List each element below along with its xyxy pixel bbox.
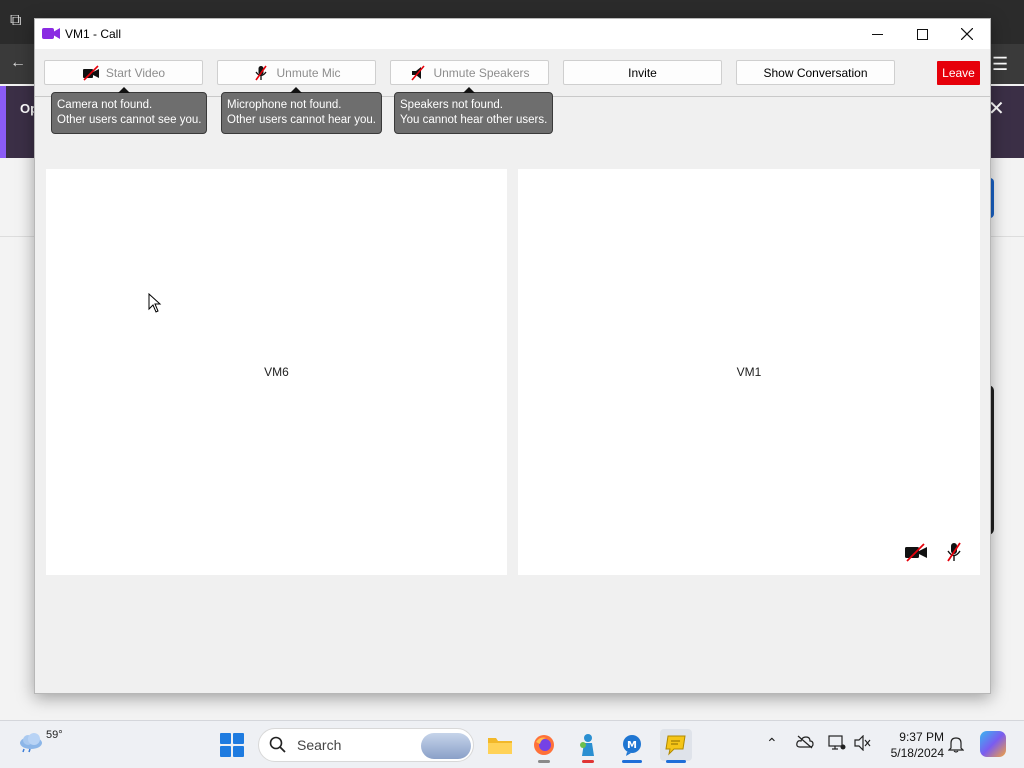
chat-bubble-icon[interactable]: [660, 729, 692, 763]
participant-name: VM6: [264, 365, 289, 379]
start-button[interactable]: [220, 733, 244, 757]
mic-off-icon: [947, 542, 961, 562]
participant-status-icons: [904, 541, 966, 563]
search-placeholder: Search: [297, 737, 342, 753]
system-clock[interactable]: 9:37 PM 5/18/2024: [880, 729, 944, 761]
bell-icon: [947, 737, 965, 753]
chat-app-icon: [665, 735, 686, 756]
show-hidden-icons-chevron-icon[interactable]: ⌃: [766, 735, 778, 752]
svg-text:M: M: [627, 740, 637, 751]
copilot-icon[interactable]: [980, 731, 1006, 757]
weather-widget[interactable]: 59°: [18, 729, 63, 753]
people-app-icon: [580, 734, 594, 756]
notification-bell-icon[interactable]: [947, 735, 965, 756]
monitor-network-icon: [828, 735, 846, 750]
tooltip-line: Camera not found.: [57, 99, 153, 111]
firefox-icon[interactable]: [528, 729, 560, 763]
app-icon[interactable]: [572, 729, 604, 763]
folder-icon: [488, 738, 512, 754]
weather-cloud-icon: [20, 733, 42, 753]
close-icon: [961, 28, 973, 40]
speaker-off-icon: [411, 64, 426, 81]
video-camera-icon: [42, 28, 60, 39]
windows-logo-tile: [233, 733, 244, 744]
back-arrow-icon: ←: [10, 54, 26, 71]
start-video-button[interactable]: Start Video: [44, 60, 203, 85]
participant-name: VM1: [736, 365, 762, 379]
speakers-not-found-tooltip: Speakers not found. You cannot hear othe…: [394, 87, 554, 134]
tab-actions-icon: ⧉: [10, 12, 22, 29]
search-icon: [269, 736, 286, 753]
maximize-button[interactable]: [899, 19, 945, 49]
title-bar: VM1 - Call: [35, 19, 990, 49]
mic-off-icon: [255, 65, 268, 80]
banner-accent: [0, 86, 6, 158]
microphone-not-found-tooltip: Microphone not found. Other users cannot…: [221, 87, 382, 134]
taskbar: 59° Search M ⌃ 9:37 PM 5/18/2024: [0, 720, 1024, 768]
windows-logo-tile: [233, 746, 244, 757]
call-window: VM1 - Call Start Video Unmute Mic Unmute…: [34, 18, 991, 694]
tooltip-line: Speakers not found.: [400, 99, 503, 111]
unmute-mic-button[interactable]: Unmute Mic: [217, 60, 376, 85]
messenger-logo-icon: M: [623, 735, 641, 756]
browser-menu-icon[interactable]: ☰: [992, 54, 1008, 75]
participant-tile-vm6[interactable]: VM6: [46, 169, 507, 575]
tooltip-line: Microphone not found.: [227, 99, 342, 111]
app-active-indicator: [622, 760, 642, 763]
file-explorer-icon[interactable]: [484, 729, 516, 761]
clock-time: 9:37 PM: [899, 730, 944, 744]
minimize-icon: [871, 33, 883, 35]
show-conversation-button[interactable]: Show Conversation: [736, 60, 895, 85]
windows-logo-tile: [220, 746, 231, 757]
video-off-icon: [905, 543, 927, 562]
call-toolbar: Start Video Unmute Mic Unmute Speakers I…: [35, 49, 990, 97]
tooltip-line: You cannot hear other users.: [400, 114, 548, 126]
messenger-icon[interactable]: M: [616, 729, 648, 763]
firefox-logo-icon: [534, 735, 554, 755]
show-conversation-label: Show Conversation: [763, 65, 868, 80]
maximize-icon: [916, 28, 928, 40]
leave-button[interactable]: Leave: [937, 61, 980, 85]
clock-date: 5/18/2024: [890, 746, 944, 760]
camera-not-found-tooltip: Camera not found. Other users cannot see…: [51, 87, 208, 134]
taskbar-search-box[interactable]: Search: [258, 728, 474, 762]
unmute-speakers-label: Unmute Speakers: [433, 65, 530, 80]
app-active-indicator: [666, 760, 686, 763]
app-running-indicator: [582, 760, 594, 763]
unmute-speakers-button[interactable]: Unmute Speakers: [390, 60, 549, 85]
invite-label: Invite: [628, 65, 657, 80]
participant-tile-vm1[interactable]: VM1: [518, 169, 980, 575]
app-running-indicator: [538, 760, 550, 763]
volume-muted-icon[interactable]: [854, 734, 872, 754]
invite-button[interactable]: Invite: [563, 60, 722, 85]
minimize-button[interactable]: [854, 19, 900, 49]
cloud-off-icon: [796, 735, 814, 749]
video-off-icon: [82, 64, 99, 81]
network-icon[interactable]: [828, 735, 846, 754]
tooltip-line: Other users cannot see you.: [57, 114, 202, 126]
close-button[interactable]: [944, 19, 990, 49]
mouse-cursor-icon: [148, 293, 162, 313]
onedrive-offline-icon[interactable]: [796, 735, 814, 752]
search-highlight-image: [421, 733, 471, 759]
tooltip-line: Other users cannot hear you.: [227, 114, 376, 126]
windows-logo-tile: [220, 733, 231, 744]
start-video-label: Start Video: [105, 65, 166, 80]
unmute-mic-label: Unmute Mic: [276, 65, 341, 80]
weather-temperature: 59°: [46, 729, 63, 741]
window-title: VM1 - Call: [65, 27, 122, 41]
speaker-muted-icon: [854, 734, 871, 752]
